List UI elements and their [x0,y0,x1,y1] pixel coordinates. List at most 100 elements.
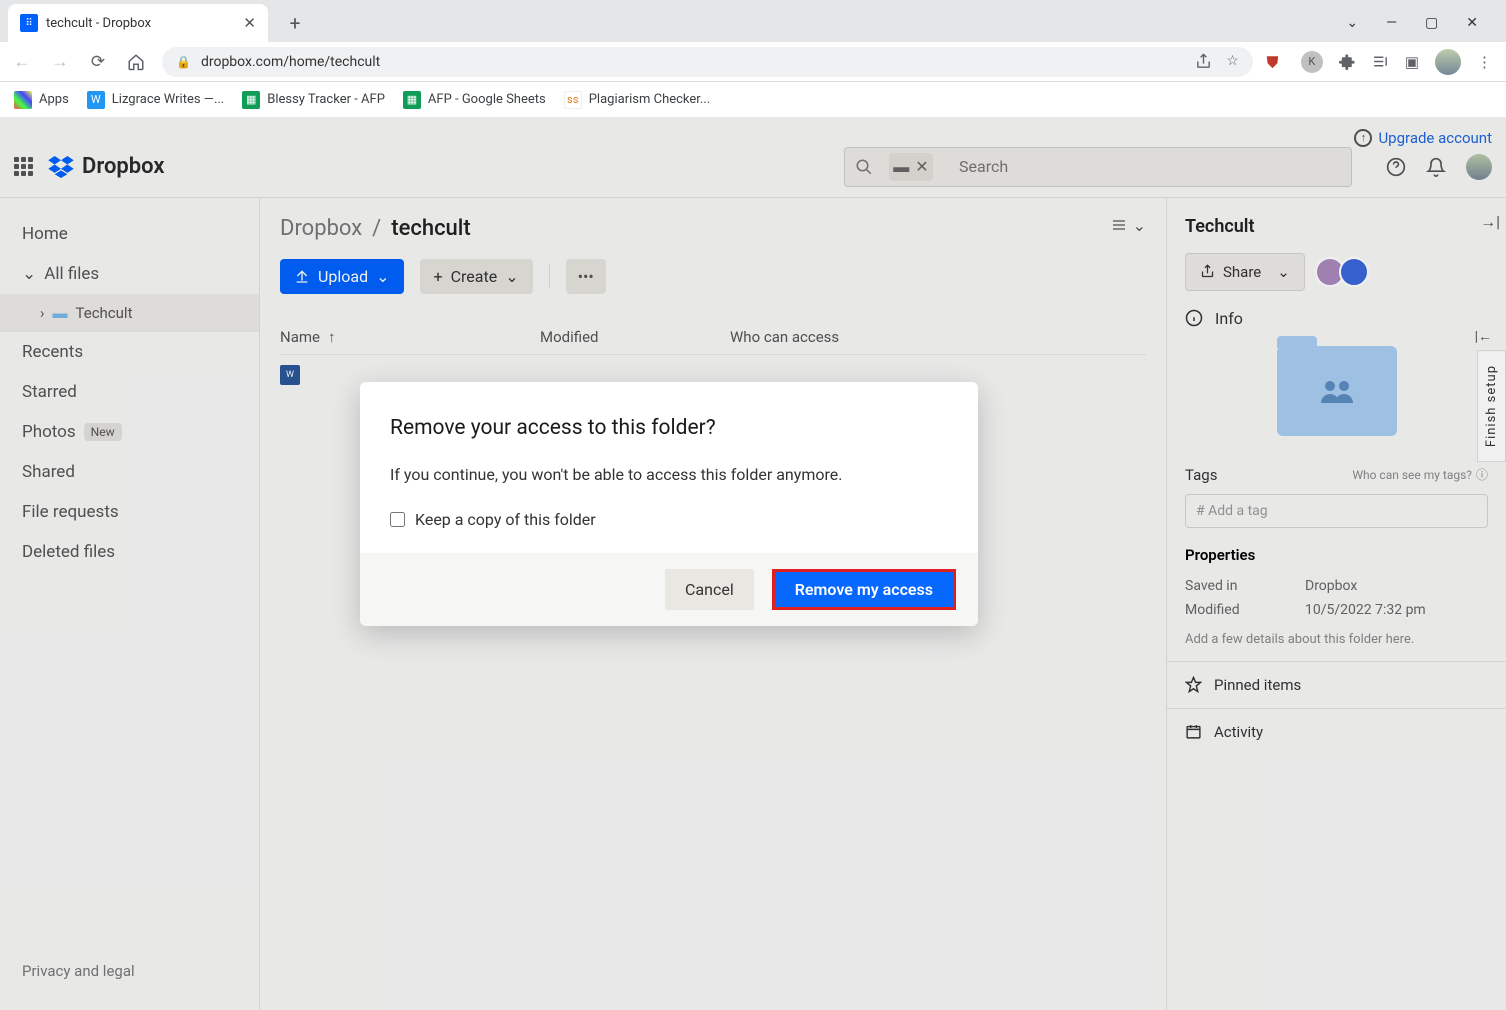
sidebar-footer[interactable]: Privacy and legal [0,948,259,994]
profile-avatar-chrome[interactable]: K [1301,51,1323,73]
info-section[interactable]: Info [1185,309,1488,328]
help-icon[interactable] [1386,157,1406,177]
apps-launcher-icon[interactable] [14,157,34,177]
dropbox-favicon: ⠿ [20,14,38,32]
shared-avatars[interactable] [1315,257,1369,287]
sidebar-item-recents[interactable]: Recents [0,332,259,372]
chrome-menu-icon[interactable]: ⋮ [1477,53,1492,71]
sidebar-item-allfiles[interactable]: ⌄All files [0,254,259,294]
more-actions-button[interactable]: ••• [566,259,606,294]
details-placeholder[interactable]: Add a few details about this folder here… [1185,632,1488,647]
apps-grid-icon [14,91,32,109]
pinned-items-section[interactable]: Pinned items [1167,661,1506,708]
sort-up-icon: ↑ [328,328,336,346]
collapse-panel-icon[interactable]: →| [1480,212,1500,232]
checkbox-input[interactable] [390,512,405,527]
close-tab-icon[interactable]: ✕ [243,14,256,32]
tag-input[interactable]: # Add a tag [1185,494,1488,528]
chevron-down-icon: ⌄ [1277,263,1290,281]
activity-section[interactable]: Activity [1167,708,1506,755]
sidebar: Home ⌄All files ›▬Techcult Recents Starr… [0,198,260,1010]
chevron-right-icon: › [40,304,45,322]
remove-my-access-button[interactable]: Remove my access [772,569,956,610]
sidebar-item-shared[interactable]: Shared [0,452,259,492]
url-text: dropbox.com/home/techcult [201,54,380,70]
tags-help-link[interactable]: Who can see my tags?ⓘ [1352,466,1488,483]
reading-list-icon[interactable] [1372,53,1389,70]
finish-setup-tab[interactable]: Finish setup [1477,350,1506,462]
bookmark-blessy[interactable]: ▦ Blessy Tracker - AFP [242,91,385,109]
search-bar[interactable]: ▬ ✕ [844,147,1352,187]
tab-title: techcult - Dropbox [46,16,235,31]
chevron-down-icon: ⌄ [22,264,36,284]
sidebar-item-home[interactable]: Home [0,214,259,254]
share-button[interactable]: Share ⌄ [1185,253,1305,291]
upload-button[interactable]: Upload ⌄ [280,259,404,294]
side-panel-icon[interactable]: ▣ [1405,53,1419,71]
wordpress-icon: W [87,91,105,109]
user-photo-chrome[interactable] [1435,49,1461,75]
breadcrumb-current: techcult [391,216,470,241]
search-input[interactable] [943,157,1341,176]
column-modified[interactable]: Modified [540,328,690,346]
column-name[interactable]: Name↑ [280,328,500,346]
chevron-down-icon: ⌄ [1133,216,1146,235]
property-row: Saved inDropbox [1185,574,1488,598]
bookmark-plagiarism[interactable]: ss Plagiarism Checker... [564,91,710,109]
folder-icon: ▬ [893,157,909,177]
sidebar-item-photos[interactable]: PhotosNew [0,412,259,452]
upgrade-account-link[interactable]: ↑ Upgrade account [1354,129,1492,147]
notifications-icon[interactable] [1426,157,1446,177]
details-panel: →| Techcult Share ⌄ Info [1166,198,1506,1010]
modal-title: Remove your access to this folder? [390,416,948,440]
bookmark-apps[interactable]: Apps [14,91,69,109]
new-tab-button[interactable]: + [280,8,310,38]
chevron-down-icon: ⌄ [505,267,518,286]
sidebar-item-filerequests[interactable]: File requests [0,492,259,532]
expand-panel-icon[interactable]: |← [1475,328,1492,345]
dropbox-logo[interactable]: Dropbox [48,154,165,179]
modal-text: If you continue, you won't be able to ac… [390,464,948,486]
word-doc-icon: W [280,365,300,385]
close-chip-icon[interactable]: ✕ [915,157,928,176]
folder-icon: ▬ [53,304,68,322]
chevron-down-icon[interactable]: ⌄ [1346,15,1358,31]
home-button[interactable] [124,50,148,74]
keep-copy-checkbox[interactable]: Keep a copy of this folder [390,510,948,529]
sidebar-item-starred[interactable]: Starred [0,372,259,412]
close-window-icon[interactable]: ✕ [1466,15,1478,31]
share-page-icon[interactable] [1195,53,1212,70]
avatar [1339,257,1369,287]
dropbox-mark-icon [48,156,74,178]
breadcrumb-root[interactable]: Dropbox [280,216,362,241]
cancel-button[interactable]: Cancel [665,569,754,610]
people-icon [1319,379,1355,403]
sidebar-item-techcult[interactable]: ›▬Techcult [0,294,259,332]
bookmark-afp[interactable]: ▦ AFP - Google Sheets [403,91,546,109]
search-icon [855,158,873,176]
upgrade-icon: ↑ [1354,129,1372,147]
browser-tab[interactable]: ⠿ techcult - Dropbox ✕ [8,4,268,42]
breadcrumb: Dropbox / techcult [280,216,1146,241]
search-filter-chip[interactable]: ▬ ✕ [889,153,933,181]
maximize-icon[interactable]: ▢ [1425,15,1438,31]
address-bar[interactable]: 🔒 dropbox.com/home/techcult ☆ [162,47,1253,77]
mcafee-icon[interactable]: ⛊ [1267,53,1285,71]
panel-title: Techcult [1185,216,1488,237]
back-button[interactable]: ← [10,50,34,74]
bookmark-star-icon[interactable]: ☆ [1226,53,1239,70]
create-button[interactable]: + Create ⌄ [420,259,533,294]
minimize-icon[interactable]: ― [1386,15,1397,31]
forward-button[interactable]: → [48,50,72,74]
column-access[interactable]: Who can access [730,328,1146,346]
sst-icon: ss [564,91,582,109]
bookmark-lizgrace[interactable]: W Lizgrace Writes —... [87,91,224,109]
reload-button[interactable]: ⟳ [86,50,110,74]
property-row: Modified10/5/2022 7:32 pm [1185,598,1488,622]
lock-icon: 🔒 [176,55,191,69]
user-avatar[interactable] [1466,154,1492,180]
view-toggle[interactable]: ⌄ [1111,216,1146,235]
new-badge: New [84,423,122,441]
sidebar-item-deleted[interactable]: Deleted files [0,532,259,572]
extensions-icon[interactable] [1339,53,1356,70]
